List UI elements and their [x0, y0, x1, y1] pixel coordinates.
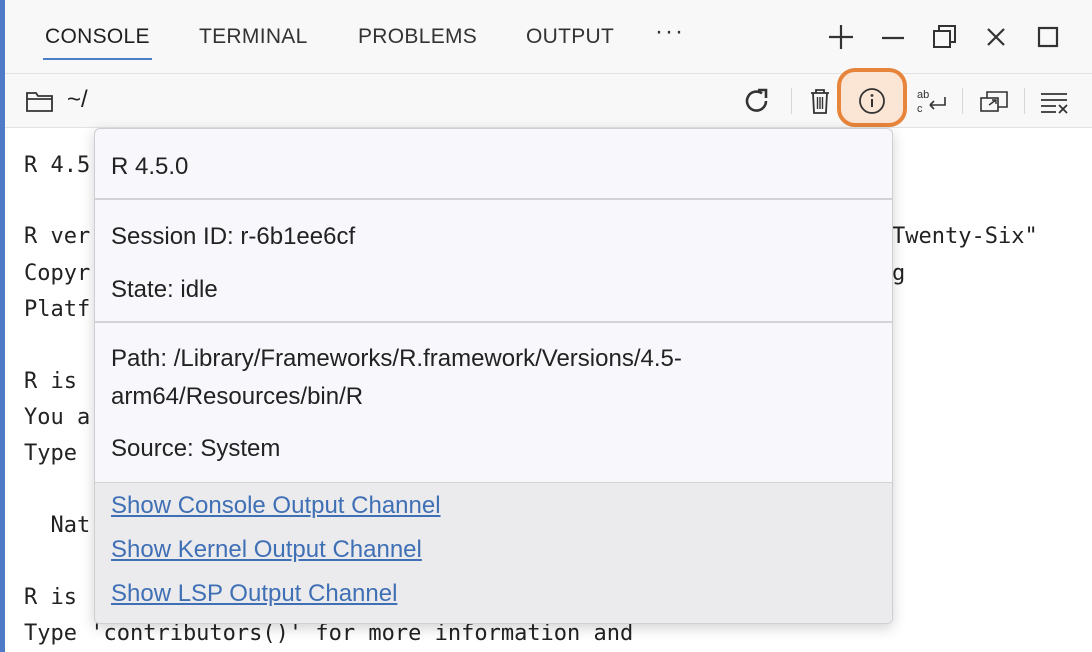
- popup-links-section: Show Console Output Channel Show Kernel …: [95, 482, 892, 623]
- maximize-icon: [1037, 26, 1059, 48]
- folder-icon: [26, 92, 53, 112]
- open-editor-icon: [980, 91, 1008, 112]
- popup-divider: [95, 198, 892, 200]
- popup-divider: [95, 321, 892, 323]
- svg-text:c: c: [917, 103, 923, 115]
- console-line: You a: [24, 405, 91, 430]
- close-icon: [987, 28, 1005, 46]
- toolbar-divider: [1024, 88, 1025, 114]
- session-source: Source: System: [111, 435, 281, 462]
- plus-icon: [829, 25, 853, 49]
- session-info-button[interactable]: [857, 86, 887, 116]
- console-line-right: g: [892, 261, 906, 286]
- restore-panel-button[interactable]: [930, 22, 960, 52]
- session-path-line2: arm64/Resources/bin/R: [111, 383, 364, 410]
- close-panel-button[interactable]: [981, 22, 1011, 52]
- trash-icon: [811, 89, 829, 114]
- console-line: R ver: [24, 224, 91, 249]
- session-state: State: idle: [111, 276, 218, 303]
- console-toolbar: ~/ ab c: [5, 68, 1092, 128]
- tab-problems[interactable]: PROBLEMS: [358, 25, 477, 49]
- info-icon: [859, 88, 885, 114]
- open-in-editor-button[interactable]: [978, 86, 1008, 116]
- svg-text:ab: ab: [917, 89, 929, 101]
- refresh-icon: [745, 88, 768, 112]
- tab-terminal[interactable]: TERMINAL: [199, 25, 308, 49]
- maximize-panel-button[interactable]: [1033, 22, 1063, 52]
- clear-console-button[interactable]: [1039, 86, 1069, 116]
- word-wrap-icon: ab c: [917, 89, 946, 115]
- new-console-button[interactable]: [826, 22, 856, 52]
- console-line: Type: [24, 441, 77, 466]
- session-id: Session ID: r-6b1ee6cf: [111, 223, 356, 250]
- toolbar-divider: [962, 88, 963, 114]
- console-line: R is: [24, 585, 77, 610]
- tab-console[interactable]: CONSOLE: [43, 25, 152, 60]
- working-directory-button[interactable]: [25, 86, 55, 116]
- console-line: Nat: [24, 513, 91, 538]
- clear-all-icon: [1041, 93, 1068, 114]
- console-line-right: Twenty-Six": [892, 224, 1038, 249]
- session-version: R 4.5.0: [111, 153, 189, 180]
- console-line: Platf: [24, 297, 91, 322]
- session-path-line1: Path: /Library/Frameworks/R.framework/Ve…: [111, 345, 682, 372]
- working-directory-path[interactable]: ~/: [67, 86, 88, 114]
- minimize-panel-button[interactable]: [878, 22, 908, 52]
- console-line: Type 'contributors()' for more informati…: [24, 621, 634, 646]
- restart-session-button[interactable]: [742, 86, 772, 116]
- toolbar-divider: [791, 88, 792, 114]
- show-lsp-output-link[interactable]: Show LSP Output Channel: [111, 580, 397, 608]
- word-wrap-button[interactable]: ab c: [916, 86, 946, 116]
- console-line: R 4.5: [24, 153, 91, 178]
- tab-output[interactable]: OUTPUT: [526, 25, 614, 49]
- show-kernel-output-link[interactable]: Show Kernel Output Channel: [111, 536, 422, 564]
- restore-icon: [933, 25, 956, 48]
- console-line: R is: [24, 369, 77, 394]
- delete-session-button[interactable]: [805, 86, 835, 116]
- show-console-output-link[interactable]: Show Console Output Channel: [111, 492, 441, 520]
- console-line: Copyr: [24, 261, 91, 286]
- more-tabs-button[interactable]: ···: [655, 18, 685, 46]
- minimize-icon: [882, 36, 904, 40]
- session-info-popup: R 4.5.0 Session ID: r-6b1ee6cf State: id…: [94, 128, 893, 624]
- panel-tab-bar: CONSOLE TERMINAL PROBLEMS OUTPUT ···: [5, 0, 1092, 74]
